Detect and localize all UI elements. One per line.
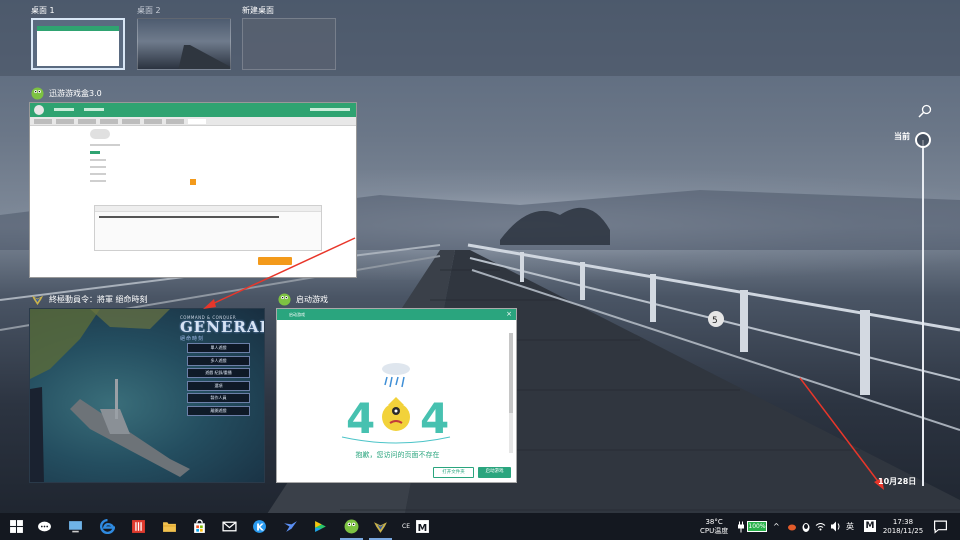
generals-menu-item: 多人遊戲 (187, 355, 250, 366)
clock-date: 2018/11/25 (882, 526, 924, 535)
launch-app-icon (278, 293, 291, 306)
svg-text:4: 4 (346, 394, 375, 443)
generals-menu-item: 遊戲 紀錄/重播 (187, 368, 250, 378)
bird-app-icon[interactable] (283, 519, 298, 534)
virtual-desktops-bar: 桌面 1 桌面 2 新建桌面 (0, 0, 960, 76)
generals-logo: COMMAND & CONQUER GENERALS 絕命時刻 (180, 315, 264, 342)
wifi-icon[interactable] (815, 519, 826, 534)
tray-fish-icon[interactable] (787, 519, 797, 534)
new-desktop-label: 新建桌面 (242, 6, 274, 15)
gamebox-nav (30, 117, 356, 126)
timeline-knob[interactable] (915, 132, 931, 148)
cpu-temp-value: 38°C (705, 517, 723, 526)
desktop-1-label: 桌面 1 (31, 6, 55, 15)
generals-window-thumbnail[interactable]: COMMAND & CONQUER GENERALS 絕命時刻 單人遊戲 多人遊… (29, 308, 265, 483)
battery-indicator[interactable]: 100% (747, 521, 767, 532)
volume-icon[interactable] (830, 519, 841, 534)
close-icon: × (506, 310, 512, 318)
gamebox-window-thumbnail[interactable] (29, 102, 357, 278)
desktop-2-label: 桌面 2 (137, 6, 161, 15)
gamebox-window-title[interactable]: 迅游游戏盒3.0 (31, 87, 102, 100)
launch-window-title[interactable]: 启动游戏 (278, 293, 328, 306)
m-app-icon[interactable]: M (415, 519, 430, 534)
plug-icon[interactable] (737, 519, 745, 534)
generals-title-text: 終極動員令：將軍 絕命時刻 (49, 295, 148, 304)
input-language[interactable]: 英 (846, 513, 854, 540)
gamebox-editor (94, 205, 322, 251)
generals-menu-item: 製作人員 (187, 393, 250, 403)
open-folder-button[interactable]: 打开文件夹 (433, 467, 474, 478)
edge-browser-icon[interactable] (100, 519, 115, 534)
generals-main-menu: 單人遊戲 多人遊戲 遊戲 紀錄/重播 選項 製作人員 離開遊戲 (187, 343, 250, 418)
generals-window-title[interactable]: 終極動員令：將軍 絕命時刻 (31, 293, 148, 306)
windows-start-icon[interactable] (9, 519, 24, 534)
cortana-chat-icon[interactable] (37, 519, 52, 534)
new-desktop-thumbnail[interactable] (242, 18, 336, 70)
red-app-icon[interactable] (131, 519, 146, 534)
ime-indicator[interactable]: M (864, 520, 876, 532)
desktop-1-thumbnail[interactable] (31, 18, 125, 70)
mail-icon[interactable] (222, 519, 237, 534)
launch-header: 启动游戏 × (277, 309, 516, 320)
gamebox-app-icon (31, 87, 44, 100)
gamebox-submit-button (258, 257, 292, 265)
launch-window-thumbnail[interactable]: 启动游戏 × 4 4 抱歉，您访问的页面不存在 打开文件夹 启动游戏 (276, 308, 517, 483)
timeline-rail[interactable] (922, 140, 924, 486)
tray-small-label[interactable]: CE (402, 513, 410, 540)
notification-center-icon[interactable] (933, 519, 948, 534)
generals-menu-item: 單人遊戲 (187, 343, 250, 353)
launch-title-text: 启动游戏 (296, 295, 328, 304)
clock-time: 17:38 (892, 517, 914, 526)
cpu-temp-label: CPU温度 (700, 526, 729, 535)
generals-menu-item: 離開遊戲 (187, 405, 250, 416)
launch-scrollbar (509, 333, 513, 453)
search-icon[interactable] (918, 104, 932, 118)
cpu-temp-widget[interactable]: 38°C CPU温度 (700, 513, 728, 540)
desktop-2-thumbnail[interactable] (137, 18, 231, 70)
tray-penguin-icon[interactable] (801, 519, 811, 534)
svg-text:K: K (256, 522, 264, 533)
computer-icon[interactable] (68, 519, 83, 534)
timeline-date-label: 10月28日 (878, 477, 917, 486)
file-explorer-icon[interactable] (162, 519, 177, 534)
launch-game-button[interactable]: 启动游戏 (478, 467, 511, 478)
svg-text:4: 4 (420, 394, 449, 443)
timeline-now-label: 当前 (894, 132, 910, 141)
gamebox-taskbar-icon[interactable] (344, 519, 359, 534)
generals-logo-zh: 絕命時刻 (180, 336, 205, 342)
clock[interactable]: 17:38 2018/11/25 (882, 513, 924, 540)
launch-header-text: 启动游戏 (289, 311, 305, 317)
svg-text:M: M (418, 523, 428, 534)
chevron-up-icon[interactable]: ^ (773, 513, 780, 540)
gamebox-page-button (190, 179, 196, 185)
generals-taskbar-icon[interactable] (373, 519, 388, 534)
timeline: 当前 10月28日 (878, 100, 960, 490)
generals-app-icon (31, 295, 44, 306)
gamebox-topbar (30, 103, 356, 117)
error-404-illustration: 4 4 (341, 363, 451, 444)
generals-menu-item: 選項 (187, 380, 250, 391)
store-icon[interactable] (192, 519, 207, 534)
generals-logo-main: GENERALS (180, 318, 264, 336)
k-app-icon[interactable]: K (252, 519, 267, 534)
error-message: 抱歉，您访问的页面不存在 (355, 451, 440, 459)
gamebox-title-text: 迅游游戏盒3.0 (49, 89, 102, 98)
taskbar: K CE M 38°C CPU温度 100% ^ 英 M 17:38 2018/… (0, 513, 960, 540)
svg-text:5: 5 (712, 316, 718, 326)
video-player-icon[interactable] (313, 519, 328, 534)
